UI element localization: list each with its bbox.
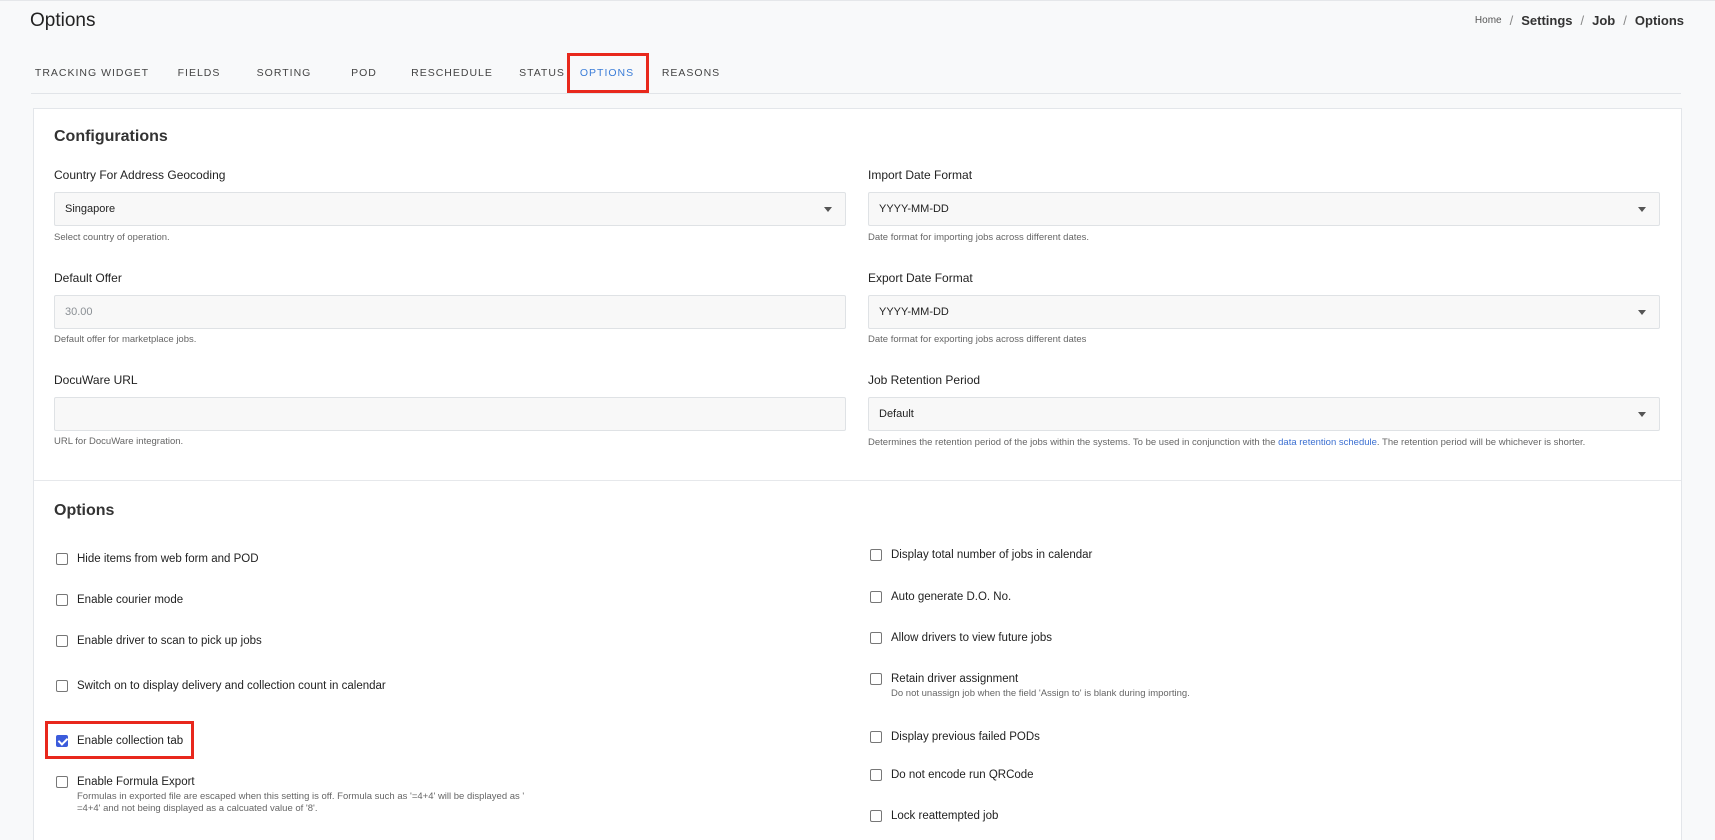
retention-help: Determines the retention period of the j… xyxy=(868,437,1585,448)
default-offer-label: Default Offer xyxy=(54,271,122,285)
breadcrumb-separator: / xyxy=(1580,13,1585,28)
tab-pod[interactable]: POD xyxy=(337,58,391,93)
export-date-label: Export Date Format xyxy=(868,271,973,285)
docuware-url-input[interactable] xyxy=(54,397,846,431)
checkbox[interactable] xyxy=(56,594,68,606)
tab-options[interactable]: OPTIONS xyxy=(569,58,645,93)
checkbox[interactable] xyxy=(56,680,68,692)
tab-reschedule[interactable]: RESCHEDULE xyxy=(401,58,503,93)
checkbox[interactable] xyxy=(870,673,882,685)
country-help: Select country of operation. xyxy=(54,232,170,243)
breadcrumb-current: Options xyxy=(1634,13,1684,28)
checkbox[interactable] xyxy=(56,635,68,647)
chevron-down-icon xyxy=(1638,310,1646,315)
option-description: Formulas in exported file are escaped wh… xyxy=(77,791,525,814)
country-select[interactable]: Singapore xyxy=(54,192,846,226)
option-future-jobs: Allow drivers to view future jobs xyxy=(870,631,1052,645)
chevron-down-icon xyxy=(1638,412,1646,417)
docuware-help: URL for DocuWare integration. xyxy=(54,436,184,447)
export-date-value: YYYY-MM-DD xyxy=(879,306,949,318)
breadcrumb-separator: / xyxy=(1623,13,1627,28)
option-label: Enable collection tab xyxy=(77,735,184,747)
tab-bar: TRACKING WIDGET FIELDS SORTING POD RESCH… xyxy=(31,58,1681,94)
export-date-help: Date format for exporting jobs across di… xyxy=(868,334,1087,345)
import-date-label: Import Date Format xyxy=(868,168,973,182)
option-label: Display previous failed PODs xyxy=(891,731,1040,743)
option-label: Hide items from web form and POD xyxy=(77,553,259,565)
tab-status[interactable]: STATUS xyxy=(505,58,579,93)
options-title: Options xyxy=(54,502,115,519)
breadcrumb: Home / Settings / Job / Options xyxy=(1475,13,1684,28)
option-label: Switch on to display delivery and collec… xyxy=(77,680,386,692)
checkbox[interactable] xyxy=(870,810,882,822)
option-calendar-count: Switch on to display delivery and collec… xyxy=(56,679,386,693)
option-hide-items: Hide items from web form and POD xyxy=(56,552,259,566)
retention-help-text: Determines the retention period of the j… xyxy=(868,437,1279,448)
option-formula-export: Enable Formula Export Formulas in export… xyxy=(56,775,556,815)
checkbox[interactable] xyxy=(870,731,882,743)
option-total-jobs-calendar: Display total number of jobs in calendar xyxy=(870,548,1092,562)
checkbox[interactable] xyxy=(870,632,882,644)
settings-card: Configurations Country For Address Geoco… xyxy=(33,108,1682,840)
option-label: Enable courier mode xyxy=(77,594,184,606)
checkbox[interactable] xyxy=(870,549,882,561)
option-auto-do-no: Auto generate D.O. No. xyxy=(870,590,1011,604)
data-retention-schedule-link[interactable]: data retention schedule xyxy=(1278,437,1377,448)
tab-reasons[interactable]: REASONS xyxy=(651,58,731,93)
retention-value: Default xyxy=(879,408,914,420)
chevron-down-icon xyxy=(824,207,832,212)
retention-help-text-end: . The retention period will be whichever… xyxy=(1376,437,1586,448)
option-courier-mode: Enable courier mode xyxy=(56,593,183,607)
option-failed-pods: Display previous failed PODs xyxy=(870,730,1040,744)
breadcrumb-home[interactable]: Home xyxy=(1475,15,1502,26)
option-qrcode: Do not encode run QRCode xyxy=(870,768,1034,782)
import-date-help: Date format for importing jobs across di… xyxy=(868,232,1090,243)
option-label: Do not encode run QRCode xyxy=(891,769,1034,781)
checkbox[interactable] xyxy=(870,769,882,781)
top-border xyxy=(0,0,1715,1)
chevron-down-icon xyxy=(1638,207,1646,212)
option-collection-tab: Enable collection tab xyxy=(56,734,183,748)
option-label: Lock reattempted job xyxy=(891,810,999,822)
breadcrumb-separator: / xyxy=(1509,13,1514,28)
breadcrumb-job[interactable]: Job xyxy=(1592,13,1615,28)
option-label: Auto generate D.O. No. xyxy=(891,591,1012,603)
option-driver-scan: Enable driver to scan to pick up jobs xyxy=(56,634,262,648)
page-title: Options xyxy=(30,10,96,31)
option-retain-driver: Retain driver assignment Do not unassign… xyxy=(870,672,1190,700)
section-divider xyxy=(34,480,1681,481)
tab-fields[interactable]: FIELDS xyxy=(166,58,232,93)
option-label: Enable driver to scan to pick up jobs xyxy=(77,635,262,647)
checkbox[interactable] xyxy=(870,591,882,603)
option-description: Do not unassign job when the field 'Assi… xyxy=(891,688,1190,699)
retention-select[interactable]: Default xyxy=(868,397,1660,431)
checkbox[interactable] xyxy=(56,553,68,565)
option-label: Display total number of jobs in calendar xyxy=(891,549,1093,561)
retention-label: Job Retention Period xyxy=(868,373,981,387)
import-date-value: YYYY-MM-DD xyxy=(879,203,949,215)
breadcrumb-settings[interactable]: Settings xyxy=(1521,13,1572,28)
option-label: Enable Formula Export xyxy=(77,776,195,788)
import-date-select[interactable]: YYYY-MM-DD xyxy=(868,192,1660,226)
tab-tracking-widget[interactable]: TRACKING WIDGET xyxy=(31,58,153,93)
configurations-title: Configurations xyxy=(54,128,168,145)
country-label: Country For Address Geocoding xyxy=(54,168,226,182)
default-offer-help: Default offer for marketplace jobs. xyxy=(54,334,197,345)
tab-sorting[interactable]: SORTING xyxy=(243,58,325,93)
option-label: Allow drivers to view future jobs xyxy=(891,632,1053,644)
checkbox[interactable] xyxy=(56,776,68,788)
default-offer-input[interactable]: 30.00 xyxy=(54,295,846,329)
checkbox-checked[interactable] xyxy=(56,735,68,747)
export-date-select[interactable]: YYYY-MM-DD xyxy=(868,295,1660,329)
country-value: Singapore xyxy=(65,203,116,215)
option-label: Retain driver assignment xyxy=(891,673,1019,685)
option-lock-reattempted: Lock reattempted job xyxy=(870,809,998,823)
docuware-label: DocuWare URL xyxy=(54,373,138,387)
